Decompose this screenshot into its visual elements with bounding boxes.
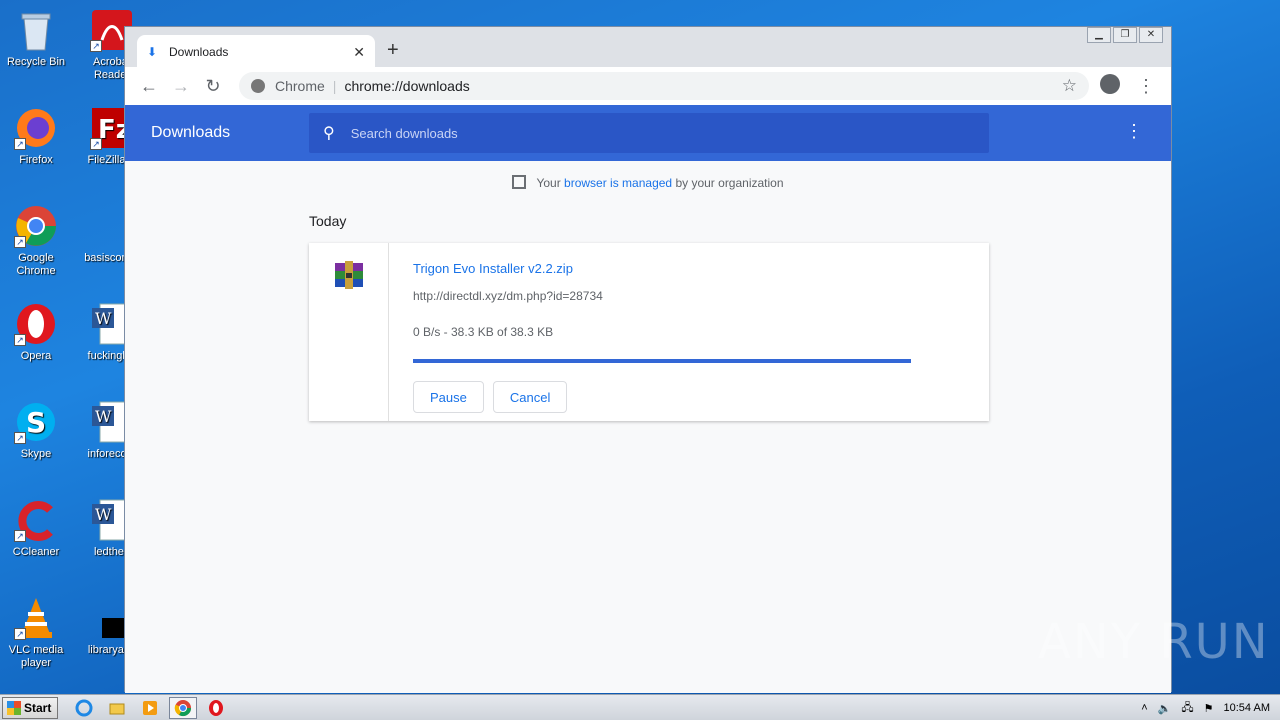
taskbar: Start ˄ 🔈 🖧 ⚑ 10:54 AM (0, 694, 1280, 720)
shortcut-arrow-icon: ↗ (14, 138, 26, 150)
shortcut-arrow-icon: ↗ (14, 236, 26, 248)
chrome-window: ⬇ Downloads ✕ + ▁ ❐ ✕ ← → ↻ Chrome | chr… (124, 26, 1172, 693)
taskbar-explorer[interactable] (103, 697, 131, 719)
forward-button[interactable]: → (167, 72, 195, 100)
search-box[interactable]: ⚲ (309, 113, 989, 153)
shortcut-arrow-icon: ↗ (14, 432, 26, 444)
action-center-flag-icon[interactable]: ⚑ (1204, 702, 1214, 715)
download-filename-link[interactable]: Trigon Evo Installer v2.2.zip (413, 261, 965, 276)
download-item: Trigon Evo Installer v2.2.zip http://dir… (309, 243, 989, 421)
desktop-icon-chrome[interactable]: ↗ Google Chrome (0, 204, 72, 278)
downloads-content: Your browser is managed by your organiza… (125, 161, 1171, 693)
svg-text:W: W (95, 309, 112, 328)
search-icon: ⚲ (323, 125, 335, 142)
shortcut-arrow-icon: ↗ (14, 334, 26, 346)
download-details: Trigon Evo Installer v2.2.zip http://dir… (389, 243, 989, 421)
skype-icon: S ↗ (14, 400, 58, 444)
minimize-button[interactable]: ▁ (1087, 27, 1111, 43)
downloads-header: Downloads ⚲ ⋮ (125, 105, 1171, 161)
start-button[interactable]: Start (2, 696, 58, 719)
chrome-page-icon (251, 79, 265, 93)
download-source-url: http://directdl.xyz/dm.php?id=28734 (413, 289, 603, 303)
cancel-button[interactable]: Cancel (492, 381, 568, 413)
download-status: 0 B/s - 38.3 KB of 38.3 KB (413, 325, 554, 339)
vlc-icon: ↗ (14, 596, 58, 640)
anyrun-watermark: ANY RUN (1038, 614, 1270, 670)
page-title: Downloads (151, 124, 231, 141)
system-tray: ˄ 🔈 🖧 ⚑ 10:54 AM (1141, 695, 1280, 720)
taskbar-chrome[interactable] (169, 696, 197, 719)
desktop-icon-vlc[interactable]: ↗ VLC media player (0, 596, 72, 670)
show-hidden-icons-button[interactable]: ˄ (1141, 702, 1147, 714)
download-progress-bar (413, 359, 911, 363)
opera-icon (209, 699, 223, 716)
shortcut-arrow-icon: ↗ (14, 628, 26, 640)
firefox-icon: ↗ (14, 106, 58, 150)
tab-title: Downloads (169, 45, 229, 59)
winrar-archive-icon (335, 261, 363, 289)
opera-icon: ↗ (14, 302, 58, 346)
desktop-icon-recycle-bin[interactable]: Recycle Bin (0, 8, 72, 69)
shortcut-arrow-icon: ↗ (90, 138, 102, 150)
desktop-icon-skype[interactable]: S ↗ Skype (0, 400, 72, 461)
svg-text:S: S (26, 406, 46, 439)
recycle-bin-icon (14, 8, 58, 52)
download-icon-column (309, 243, 389, 421)
progress-fill (413, 359, 911, 363)
downloads-menu-button[interactable]: ⋮ (1125, 121, 1143, 142)
download-icon: ⬇ (147, 45, 158, 59)
ie-icon (75, 699, 93, 716)
managed-link[interactable]: browser is managed (564, 176, 672, 190)
chrome-icon: ↗ (14, 204, 58, 248)
search-input[interactable] (350, 125, 951, 141)
tab-downloads[interactable]: ⬇ Downloads ✕ (137, 35, 375, 69)
shortcut-arrow-icon: ↗ (14, 530, 26, 542)
taskbar-media-player[interactable] (136, 697, 164, 719)
browser-toolbar: ← → ↻ Chrome | chrome://downloads ☆ ⋮ (125, 67, 1171, 105)
section-date: Today (309, 213, 347, 229)
close-window-button[interactable]: ✕ (1139, 27, 1163, 43)
desktop-icon-ccleaner[interactable]: ↗ CCleaner (0, 498, 72, 559)
address-bar[interactable]: Chrome | chrome://downloads ☆ (239, 72, 1089, 100)
clock[interactable]: 10:54 AM (1224, 702, 1270, 714)
download-actions: Pause Cancel (413, 381, 965, 413)
omnibox-url: chrome://downloads (344, 78, 470, 94)
omnibox-separator: | (332, 78, 337, 94)
new-tab-button[interactable]: + (387, 39, 399, 62)
chrome-menu-button[interactable]: ⋮ (1131, 76, 1161, 97)
network-icon[interactable]: 🖧 (1181, 699, 1193, 718)
shortcut-arrow-icon: ↗ (90, 40, 102, 52)
bookmark-star-icon[interactable]: ☆ (1062, 76, 1077, 96)
taskbar-opera[interactable] (202, 697, 230, 719)
media-player-icon (143, 700, 157, 715)
reload-button[interactable]: ↻ (199, 72, 227, 100)
windows-logo-icon (7, 700, 21, 715)
desktop-icon-opera[interactable]: ↗ Opera (0, 302, 72, 363)
window-controls: ▁ ❐ ✕ (1085, 27, 1163, 43)
close-tab-icon[interactable]: ✕ (353, 44, 365, 61)
avatar-icon (1100, 73, 1120, 94)
taskbar-ie[interactable] (70, 697, 98, 719)
omnibox-site: Chrome (275, 78, 325, 94)
ccleaner-icon: ↗ (14, 498, 58, 542)
svg-text:W: W (95, 407, 112, 426)
pause-button[interactable]: Pause (413, 381, 484, 413)
building-icon (512, 175, 527, 189)
chrome-icon (174, 699, 192, 716)
back-button[interactable]: ← (135, 72, 163, 100)
desktop-icon-firefox[interactable]: ↗ Firefox (0, 106, 72, 167)
managed-notice: Your browser is managed by your organiza… (125, 175, 1171, 190)
maximize-button[interactable]: ❐ (1113, 27, 1137, 43)
volume-icon[interactable]: 🔈 (1158, 702, 1172, 715)
tab-strip: ⬇ Downloads ✕ + ▁ ❐ ✕ (125, 27, 1171, 69)
profile-button[interactable] (1095, 73, 1125, 99)
svg-text:W: W (95, 505, 112, 524)
explorer-icon (109, 703, 125, 714)
